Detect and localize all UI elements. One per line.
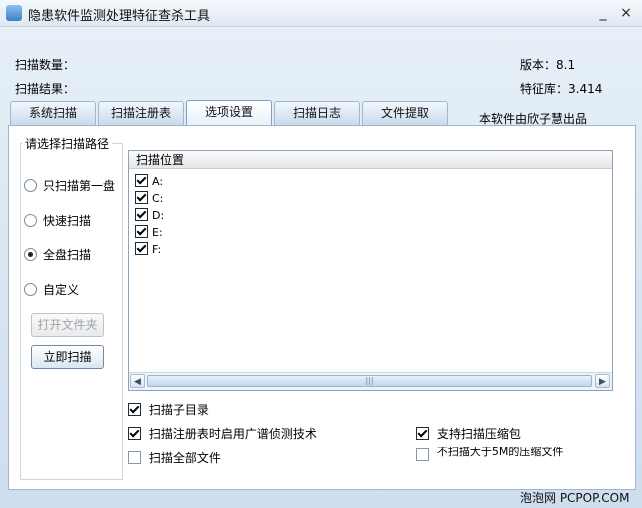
drive-c-label: C: bbox=[152, 192, 164, 205]
scan-now-button[interactable]: 立即扫描 bbox=[31, 345, 104, 369]
radio-full-scan-indicator[interactable] bbox=[24, 248, 37, 261]
scan-all-files-checkbox[interactable] bbox=[128, 451, 141, 464]
radio-first-disk-indicator[interactable] bbox=[24, 179, 37, 192]
skip-large-archive-checkbox[interactable] bbox=[416, 448, 429, 461]
radio-custom[interactable]: 自定义 bbox=[24, 281, 79, 298]
tab-scan-log[interactable]: 扫描日志 bbox=[274, 101, 360, 125]
scan-location-list[interactable]: 扫描位置 A: C: D: E: F: ◀ ||| ▶ bbox=[128, 150, 613, 391]
scroll-left-icon[interactable]: ◀ bbox=[130, 374, 145, 388]
open-folder-button[interactable]: 打开文件夹 bbox=[31, 313, 104, 337]
scroll-right-icon[interactable]: ▶ bbox=[595, 374, 610, 388]
signature-info: 特征库：3.414 bbox=[520, 80, 602, 97]
version-value: 8.1 bbox=[556, 58, 576, 72]
radio-custom-indicator[interactable] bbox=[24, 283, 37, 296]
support-archive-label: 支持扫描压缩包 bbox=[436, 427, 521, 441]
registry-broad-label: 扫描注册表时启用广谱侦测技术 bbox=[148, 427, 317, 441]
title-bar: 隐患软件监测处理特征查杀工具 _ × bbox=[0, 0, 642, 27]
footer-watermark: 泡泡网 PCPOP.COM bbox=[520, 491, 630, 505]
drive-a-label: A: bbox=[152, 175, 164, 188]
radio-custom-label: 自定义 bbox=[43, 283, 80, 297]
drive-a-checkbox[interactable] bbox=[135, 174, 148, 187]
drive-c-checkbox[interactable] bbox=[135, 191, 148, 204]
signature-value: 3.414 bbox=[568, 82, 603, 96]
radio-quick-scan-indicator[interactable] bbox=[24, 214, 37, 227]
scan-subdirs-checkbox[interactable] bbox=[128, 403, 141, 416]
version-label: 版本： bbox=[520, 58, 557, 72]
drive-f-label: F: bbox=[152, 243, 162, 256]
option-registry-broad[interactable]: 扫描注册表时启用广谱侦测技术 bbox=[128, 425, 317, 442]
tab-registry-scan[interactable]: 扫描注册表 bbox=[98, 101, 184, 125]
drive-d-label: D: bbox=[152, 209, 165, 222]
tab-system-scan[interactable]: 系统扫描 bbox=[10, 101, 96, 125]
drive-e-label: E: bbox=[152, 226, 163, 239]
option-scan-all-files[interactable]: 扫描全部文件 bbox=[128, 449, 221, 466]
drive-e-checkbox[interactable] bbox=[135, 225, 148, 238]
close-button[interactable]: × bbox=[616, 3, 636, 23]
list-item[interactable]: A: bbox=[135, 174, 163, 188]
support-archive-checkbox[interactable] bbox=[416, 427, 429, 440]
tab-options[interactable]: 选项设置 bbox=[186, 100, 272, 126]
list-header-scan-location[interactable]: 扫描位置 bbox=[129, 151, 612, 169]
window-title: 隐患软件监测处理特征查杀工具 bbox=[28, 9, 211, 24]
scan-result-label: 扫描结果： bbox=[15, 82, 76, 96]
option-scan-subdirs[interactable]: 扫描子目录 bbox=[128, 401, 209, 418]
minimize-button[interactable]: _ bbox=[593, 3, 613, 23]
option-skip-large-archive[interactable]: 不扫描大于5M的压缩文件 bbox=[416, 447, 566, 465]
radio-full-scan[interactable]: 全盘扫描 bbox=[24, 246, 91, 263]
radio-quick-scan[interactable]: 快速扫描 bbox=[24, 212, 91, 229]
radio-first-disk[interactable]: 只扫描第一盘 bbox=[24, 177, 115, 194]
scan-subdirs-label: 扫描子目录 bbox=[148, 403, 209, 417]
registry-broad-checkbox[interactable] bbox=[128, 427, 141, 440]
app-icon bbox=[6, 5, 22, 21]
skip-large-archive-label: 不扫描大于5M的压缩文件 bbox=[436, 447, 564, 458]
list-item[interactable]: C: bbox=[135, 191, 163, 205]
version-info: 版本：8.1 bbox=[520, 56, 575, 73]
scan-path-group-label: 请选择扫描路径 bbox=[22, 135, 113, 152]
list-item[interactable]: E: bbox=[135, 225, 163, 239]
scroll-thumb[interactable]: ||| bbox=[147, 375, 592, 387]
tab-file-extract[interactable]: 文件提取 bbox=[362, 101, 448, 125]
radio-quick-scan-label: 快速扫描 bbox=[43, 214, 92, 228]
list-item[interactable]: F: bbox=[135, 242, 161, 256]
list-item[interactable]: D: bbox=[135, 208, 164, 222]
drive-f-checkbox[interactable] bbox=[135, 242, 148, 255]
signature-label: 特征库： bbox=[520, 82, 569, 96]
drive-d-checkbox[interactable] bbox=[135, 208, 148, 221]
option-support-archive[interactable]: 支持扫描压缩包 bbox=[416, 425, 521, 442]
horizontal-scrollbar[interactable]: ◀ ||| ▶ bbox=[129, 372, 612, 390]
scan-count-label: 扫描数量： bbox=[15, 58, 76, 72]
radio-first-disk-label: 只扫描第一盘 bbox=[43, 179, 116, 193]
radio-full-scan-label: 全盘扫描 bbox=[43, 248, 92, 262]
scan-all-files-label: 扫描全部文件 bbox=[148, 451, 221, 465]
main-window: 隐患软件监测处理特征查杀工具 _ × 扫描数量： 扫描结果： 版本：8.1 特征… bbox=[0, 0, 642, 508]
